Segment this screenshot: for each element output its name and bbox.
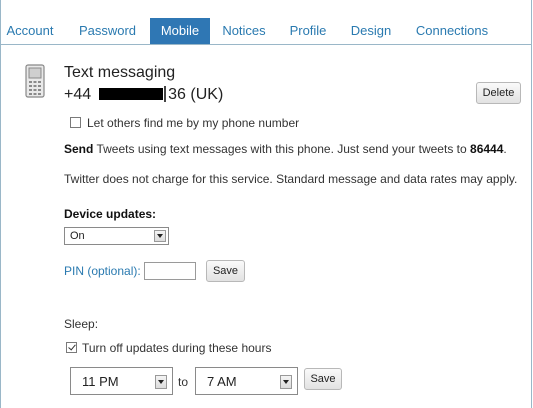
device-updates-label: Device updates: (64, 207, 157, 221)
phone-redaction-edge (164, 86, 167, 102)
delete-button[interactable]: Delete (476, 82, 521, 104)
sleep-checkbox[interactable] (66, 342, 77, 353)
send-bold-word: Send (64, 142, 94, 156)
tab-connections[interactable]: Connections (410, 18, 494, 44)
tab-mobile[interactable]: Mobile (150, 18, 210, 44)
shortcode-number: 86444 (470, 142, 504, 156)
send-info-text: Tweets using text messages with this pho… (96, 142, 467, 156)
find-me-label: Let others find me by my phone number (87, 116, 300, 130)
charges-note: Twitter does not charge for this service… (64, 172, 518, 186)
frame-right-border (531, 0, 532, 408)
sleep-checkbox-label: Turn off updates during these hours (82, 341, 272, 355)
send-info-end: . (503, 142, 507, 156)
tab-account[interactable]: Account (0, 18, 60, 44)
sleep-to-value: 7 AM (207, 374, 237, 389)
chevron-down-icon (280, 375, 292, 389)
sleep-from-value: 11 PM (82, 374, 119, 389)
chevron-down-icon (154, 230, 166, 242)
sleep-to-word: to (178, 375, 189, 389)
pin-save-button[interactable]: Save (206, 260, 245, 282)
tab-password[interactable]: Password (70, 18, 145, 44)
tab-divider (0, 44, 531, 45)
find-me-checkbox[interactable] (70, 117, 81, 128)
chevron-down-icon (155, 375, 167, 389)
tab-design[interactable]: Design (345, 18, 397, 44)
mobile-phone-icon (24, 64, 46, 101)
tab-profile[interactable]: Profile (283, 18, 333, 44)
sleep-to-select[interactable]: 7 AM (195, 367, 298, 395)
tab-notices[interactable]: Notices (216, 18, 272, 44)
phone-suffix: 36 (UK) (168, 86, 224, 103)
pin-input[interactable] (144, 262, 196, 280)
device-updates-value: On (70, 230, 85, 242)
phone-number: +44 36 (UK) (64, 85, 223, 105)
settings-tabs: Account Password Mobile Notices Profile … (0, 18, 531, 44)
pin-label[interactable]: PIN (optional): (64, 264, 141, 278)
sleep-from-select[interactable]: 11 PM (70, 367, 173, 395)
device-updates-select[interactable]: On (64, 227, 169, 245)
phone-redaction (99, 88, 164, 100)
sleep-save-button[interactable]: Save (304, 368, 342, 390)
frame-left-border (0, 0, 1, 408)
send-info: Send Tweets using text messages with thi… (64, 142, 507, 156)
phone-prefix: +44 (64, 86, 92, 103)
device-title: Text messaging (64, 64, 176, 81)
sleep-label: Sleep: (64, 317, 99, 331)
